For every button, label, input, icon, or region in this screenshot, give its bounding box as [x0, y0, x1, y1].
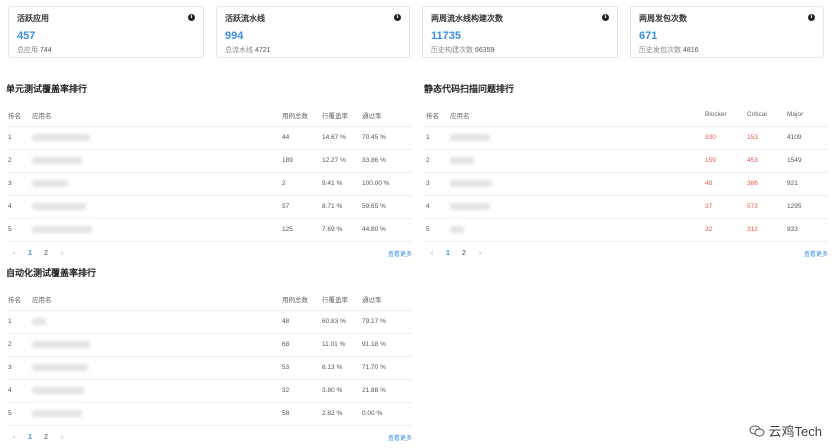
- table-row[interactable]: 2 189 12.27 % 33.86 %: [6, 149, 412, 173]
- col-app: 应用名: [30, 288, 280, 311]
- table-header-row: 排名 应用名 用例总数 行覆盖率 通过率: [6, 104, 412, 127]
- pagination: ‹ 1 2 › 查看更多: [6, 430, 412, 446]
- table-header-row: 排名 应用名 用例总数 行覆盖率 通过率: [6, 288, 412, 311]
- table-header-row: 排名 应用名 Blocker Critical Major: [424, 104, 828, 127]
- redacted-app-name: [450, 179, 492, 187]
- col-line-coverage: 行覆盖率: [320, 104, 360, 127]
- redacted-app-name: [32, 386, 84, 394]
- card-subtext: 总流水线 4721: [225, 47, 271, 54]
- col-pass-rate: 通过率: [360, 104, 412, 127]
- prev-page-icon[interactable]: ‹: [6, 434, 22, 441]
- table-row[interactable]: 5 58 2.82 % 0.00 %: [6, 402, 412, 426]
- page-1-button[interactable]: 1: [440, 250, 456, 257]
- col-blocker: Blocker: [703, 104, 745, 127]
- table-row[interactable]: 5 125 7.69 % 44.80 %: [6, 218, 412, 242]
- table-row[interactable]: 3 2 9.41 % 100.00 %: [6, 172, 412, 196]
- next-page-icon[interactable]: ›: [54, 250, 70, 257]
- table-row[interactable]: 3 53 6.13 % 71.70 %: [6, 356, 412, 380]
- page-1-button[interactable]: 1: [22, 250, 38, 257]
- col-pass-rate: 通过率: [360, 288, 412, 311]
- info-icon[interactable]: i: [188, 14, 195, 21]
- col-rank: 排名: [6, 104, 30, 127]
- redacted-app-name: [32, 340, 90, 348]
- card-value: 671: [639, 30, 658, 42]
- info-icon[interactable]: i: [808, 14, 815, 21]
- table-row[interactable]: 1 48 60.83 % 79.17 %: [6, 310, 412, 334]
- redacted-app-name: [450, 156, 474, 164]
- col-critical: Critical: [745, 104, 785, 127]
- page-2-button[interactable]: 2: [38, 434, 54, 441]
- col-cases: 用例总数: [280, 104, 320, 127]
- prev-page-icon[interactable]: ‹: [6, 250, 22, 257]
- col-cases: 用例总数: [280, 288, 320, 311]
- next-page-icon[interactable]: ›: [472, 250, 488, 257]
- redacted-app-name: [450, 202, 490, 210]
- table-row[interactable]: 2 68 11.01 % 91.18 %: [6, 333, 412, 357]
- card-value: 11735: [431, 30, 461, 42]
- redacted-app-name: [32, 225, 92, 233]
- card-subtext: 总应用 744: [17, 47, 52, 54]
- redacted-app-name: [32, 133, 90, 141]
- redacted-app-name: [32, 156, 82, 164]
- col-app: 应用名: [30, 104, 280, 127]
- card-title: 活跃流水线: [225, 14, 265, 23]
- unit-test-table: 排名 应用名 用例总数 行覆盖率 通过率 1 44 14.67 % 70.45 % 2…: [6, 104, 412, 242]
- section-title: 静态代码扫描问题排行: [424, 84, 515, 94]
- table-row[interactable]: 4 32 3.80 % 21.88 %: [6, 379, 412, 403]
- col-app: 应用名: [448, 104, 703, 127]
- next-page-icon[interactable]: ›: [54, 434, 70, 441]
- table-row[interactable]: 2 159 453 1549: [424, 149, 828, 173]
- static-scan-section: 静态代码扫描问题排行 排名 应用名 Blocker Critical Major…: [424, 82, 828, 262]
- redacted-app-name: [32, 202, 86, 210]
- page-2-button[interactable]: 2: [456, 250, 472, 257]
- table-row[interactable]: 4 57 8.71 % 59.65 %: [6, 195, 412, 219]
- table-row[interactable]: 5 32 312 933: [424, 218, 828, 242]
- view-more-link[interactable]: 查看更多: [804, 249, 828, 258]
- card-value: 457: [17, 30, 36, 42]
- prev-page-icon[interactable]: ‹: [424, 250, 440, 257]
- table-row[interactable]: 1 330 153 4109: [424, 126, 828, 150]
- redacted-app-name: [450, 133, 490, 141]
- table-row[interactable]: 4 37 573 1295: [424, 195, 828, 219]
- static-scan-table: 排名 应用名 Blocker Critical Major 1 330 153 410…: [424, 104, 828, 242]
- col-rank: 排名: [6, 288, 30, 311]
- card-active-apps: 活跃应用 i 457 总应用 744: [8, 6, 204, 58]
- redacted-app-name: [32, 363, 88, 371]
- card-value: 994: [225, 30, 244, 42]
- auto-test-section: 自动化测试覆盖率排行 排名 应用名 用例总数 行覆盖率 通过率 1 48 60.83…: [6, 266, 412, 446]
- redacted-app-name: [32, 409, 82, 417]
- info-icon[interactable]: i: [394, 14, 401, 21]
- section-title: 单元测试覆盖率排行: [6, 84, 88, 94]
- card-releases: 两周发包次数 i 671 历史发包次数 4816: [630, 6, 824, 58]
- page-2-button[interactable]: 2: [38, 250, 54, 257]
- card-title: 两周流水线构建次数: [431, 14, 503, 23]
- card-title: 两周发包次数: [639, 14, 687, 23]
- info-icon[interactable]: i: [602, 14, 609, 21]
- view-more-link[interactable]: 查看更多: [388, 433, 412, 442]
- pagination: ‹ 1 2 › 查看更多: [6, 246, 412, 262]
- card-subtext: 历史发包次数 4816: [639, 47, 699, 54]
- page-1-button[interactable]: 1: [22, 434, 38, 441]
- redacted-app-name: [450, 225, 464, 233]
- watermark-text: 云鸡Tech: [768, 424, 822, 439]
- redacted-app-name: [32, 179, 68, 187]
- section-title: 自动化测试覆盖率排行: [6, 268, 97, 278]
- watermark: 云鸡Tech: [749, 421, 822, 440]
- pagination: ‹ 1 2 › 查看更多: [424, 246, 828, 262]
- auto-test-table: 排名 应用名 用例总数 行覆盖率 通过率 1 48 60.83 % 79.17 % 2…: [6, 288, 412, 426]
- table-row[interactable]: 3 48 386 921: [424, 172, 828, 196]
- unit-test-section: 单元测试覆盖率排行 排名 应用名 用例总数 行覆盖率 通过率 1 44 14.67 …: [6, 82, 412, 262]
- card-title: 活跃应用: [17, 14, 49, 23]
- redacted-app-name: [32, 317, 46, 325]
- card-active-pipelines: 活跃流水线 i 994 总流水线 4721: [216, 6, 410, 58]
- table-row[interactable]: 1 44 14.67 % 70.45 %: [6, 126, 412, 150]
- wechat-icon: [749, 425, 765, 436]
- card-pipeline-builds: 两周流水线构建次数 i 11735 历史构建次数 66359: [422, 6, 618, 58]
- col-line-coverage: 行覆盖率: [320, 288, 360, 311]
- view-more-link[interactable]: 查看更多: [388, 249, 412, 258]
- col-major: Major: [785, 104, 828, 127]
- col-rank: 排名: [424, 104, 448, 127]
- card-subtext: 历史构建次数 66359: [431, 47, 495, 54]
